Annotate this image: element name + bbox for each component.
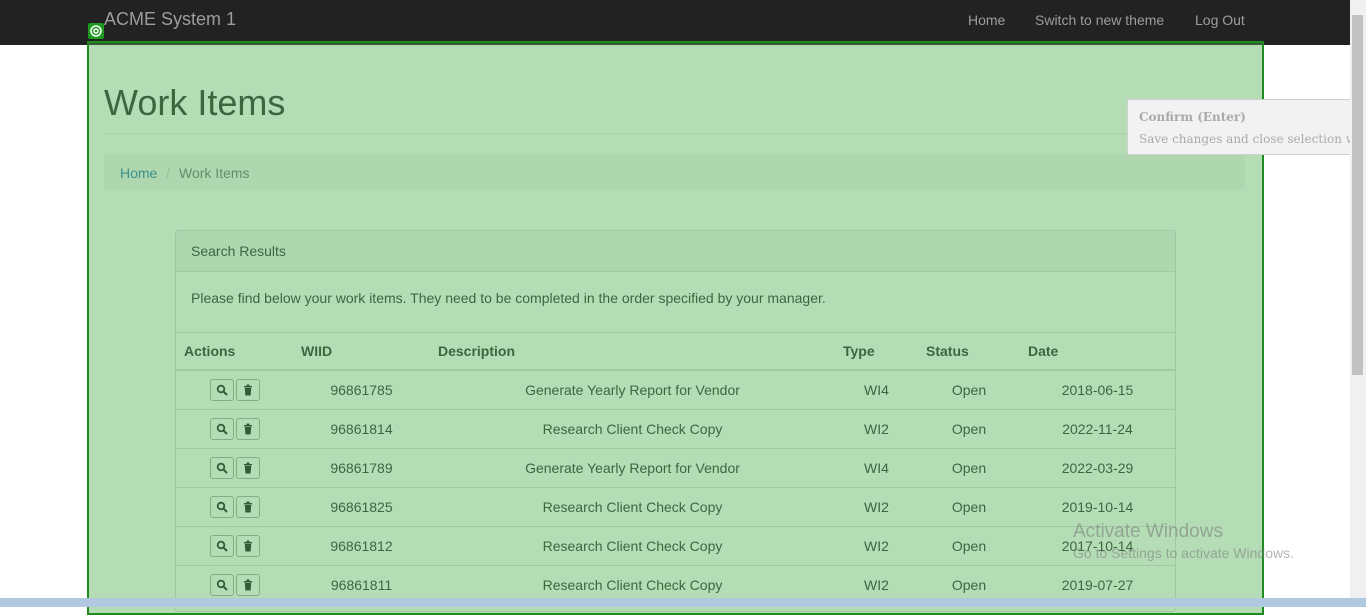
cell-status: Open [918,487,1020,527]
header-status[interactable]: Status [918,333,1020,371]
row-actions [176,409,293,449]
table-row: 96861812 Research Client Check Copy WI2 Ope… [176,526,1175,566]
cell-type: WI2 [835,409,918,449]
cell-status: Open [918,370,1020,410]
panel-description: Please find below your work items. They … [176,272,1175,333]
row-actions [176,448,293,488]
cell-status: Open [918,409,1020,449]
top-navbar: ACME System 1 Home Switch to new theme L… [0,0,1350,45]
tooltip-text: Save changes and close selection wizard. [1139,132,1366,146]
delete-button[interactable] [235,379,260,401]
breadcrumb-separator: / [166,165,170,181]
title-divider [104,133,1245,134]
header-wiid[interactable]: WIID [293,333,430,371]
cell-description: Research Client Check Copy [430,409,835,449]
view-button[interactable] [209,418,234,440]
cell-type: WI4 [835,448,918,488]
cell-description: Generate Yearly Report for Vendor [430,370,835,410]
view-button[interactable] [209,379,234,401]
cell-type: WI2 [835,487,918,527]
cell-date: 2022-11-24 [1020,409,1175,449]
breadcrumb-current: Work Items [179,165,250,181]
cell-description: Research Client Check Copy [430,487,835,527]
header-actions: Actions [176,333,293,371]
table-row: 96861814 Research Client Check Copy WI2 Ope… [176,409,1175,449]
confirm-tooltip: Confirm (Enter) Save changes and close s… [1127,99,1366,155]
target-icon[interactable] [88,23,104,39]
view-button[interactable] [209,457,234,479]
page-title: Work Items [104,82,286,123]
delete-button[interactable] [235,418,260,440]
table-header-row: Actions WIID Description Type Status Dat… [176,333,1175,371]
table-row: 96861785 Generate Yearly Report for Vendo… [176,370,1175,410]
cell-date: 2018-06-15 [1020,370,1175,410]
cell-wiid: 96861814 [293,409,430,449]
cell-status: Open [918,526,1020,566]
breadcrumb-home-link[interactable]: Home [120,165,157,181]
delete-button[interactable] [235,496,260,518]
table-row: 96861825 Research Client Check Copy WI2 Ope… [176,487,1175,527]
tooltip-title: Confirm (Enter) [1139,110,1246,124]
delete-button[interactable] [235,574,260,596]
table-row: 96861789 Generate Yearly Report for Vendo… [176,448,1175,488]
cell-description: Research Client Check Copy [430,526,835,566]
nav-home-link[interactable]: Home [968,12,1005,28]
work-items-table: Actions WIID Description Type Status Dat… [176,333,1175,605]
activate-windows-title: Activate Windows [1073,521,1223,542]
taskbar [0,598,1366,607]
cell-type: WI4 [835,370,918,410]
nav-logout-link[interactable]: Log Out [1195,12,1245,28]
row-actions [176,487,293,527]
brand-title[interactable]: ACME System 1 [104,9,236,30]
search-results-panel: Search Results Please find below your wo… [175,230,1176,612]
scrollbar-thumb[interactable] [1352,15,1363,375]
nav-switch-theme-link[interactable]: Switch to new theme [1035,12,1164,28]
cell-date: 2022-03-29 [1020,448,1175,488]
header-type[interactable]: Type [835,333,918,371]
cell-wiid: 96861812 [293,526,430,566]
cell-wiid: 96861789 [293,448,430,488]
header-date[interactable]: Date [1020,333,1175,371]
cell-type: WI2 [835,526,918,566]
cell-wiid: 96861785 [293,370,430,410]
delete-button[interactable] [235,535,260,557]
activate-windows-text: Go to Settings to activate Windows. [1073,545,1294,561]
row-actions [176,526,293,566]
cell-status: Open [918,448,1020,488]
row-actions [176,370,293,410]
breadcrumb: Home / Work Items [104,154,1245,190]
view-button[interactable] [209,496,234,518]
view-button[interactable] [209,574,234,596]
delete-button[interactable] [235,457,260,479]
header-description[interactable]: Description [430,333,835,371]
cell-description: Generate Yearly Report for Vendor [430,448,835,488]
panel-heading: Search Results [176,231,1175,272]
view-button[interactable] [209,535,234,557]
cell-wiid: 96861825 [293,487,430,527]
